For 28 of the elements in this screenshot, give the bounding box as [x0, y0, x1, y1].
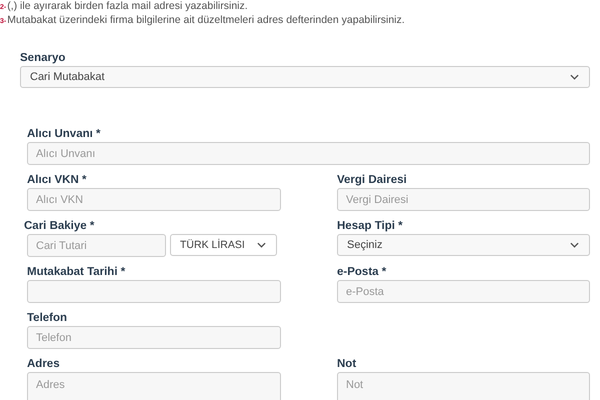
- field-label: Adres: [27, 358, 61, 370]
- input-field[interactable]: [27, 280, 281, 303]
- field-label: Senaryo: [20, 52, 66, 64]
- input-field[interactable]: Vergi Dairesi: [337, 188, 590, 211]
- select-field[interactable]: Seçiniz: [337, 234, 590, 256]
- note-text: Mutabakat üzerindeki firma bilgilerine ait düzeltmeleri adres defterinden yapabilirsiniz.: [7, 14, 405, 26]
- input-field[interactable]: Telefon: [27, 326, 281, 349]
- chevron-down-icon: [570, 74, 579, 80]
- field-label: Not: [337, 358, 358, 370]
- field-label: Telefon: [27, 312, 68, 324]
- field-label: Cari Bakiye *: [24, 220, 96, 232]
- field-label: Mutakabat Tarihi *: [27, 266, 126, 278]
- field-label: e-Posta *: [337, 266, 388, 278]
- note-text: (,) ile ayırarak birden fazla mail adresi yazabilirsiniz.: [7, 0, 248, 12]
- input-field[interactable]: e-Posta: [337, 280, 590, 303]
- text-area[interactable]: Adres: [27, 372, 281, 400]
- select-field[interactable]: Cari Mutabakat: [20, 66, 590, 88]
- field-label: Alıcı VKN *: [27, 174, 88, 186]
- input-field[interactable]: Alıcı Unvanı: [27, 142, 590, 165]
- field-label: Hesap Tipi *: [337, 220, 404, 232]
- chevron-down-icon: [257, 242, 266, 248]
- input-field[interactable]: Cari Tutari: [27, 234, 166, 257]
- input-field[interactable]: Alıcı VKN: [27, 188, 281, 211]
- select-field[interactable]: TÜRK LİRASI: [170, 234, 277, 256]
- field-label: Alıcı Unvanı *: [27, 128, 102, 140]
- text-area[interactable]: Not: [337, 372, 590, 400]
- field-label: Vergi Dairesi: [337, 174, 408, 186]
- chevron-down-icon: [570, 242, 579, 248]
